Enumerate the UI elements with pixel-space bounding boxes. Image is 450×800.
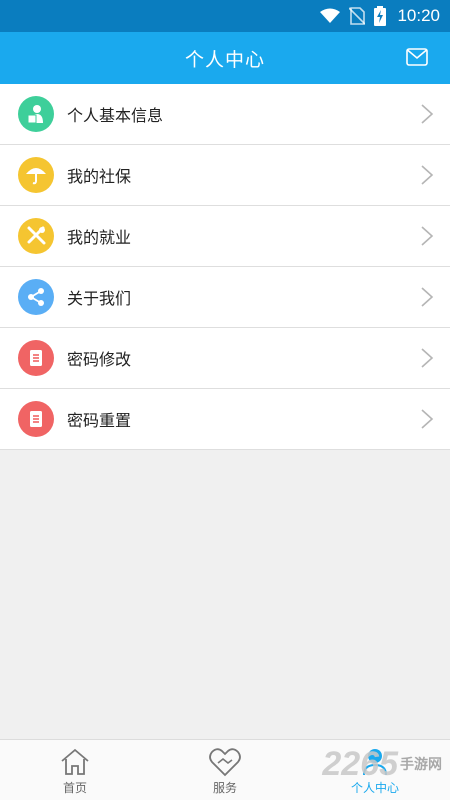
menu-icon-bg — [18, 218, 54, 254]
chevron-right-icon — [421, 226, 434, 246]
share-icon — [28, 288, 44, 306]
tab-label: 个人中心 — [350, 781, 399, 795]
menu-icon-bg — [18, 157, 54, 193]
menu-icon-bg — [18, 96, 54, 132]
status-bar: 10:20 — [0, 0, 450, 32]
menu-icon-bg — [18, 279, 54, 315]
menu-item-label: 密码重置 — [67, 411, 132, 430]
menu-item-label: 我的社保 — [67, 167, 132, 186]
chevron-right-icon — [421, 348, 434, 368]
tab-label: 服务 — [212, 781, 237, 795]
umbrella-icon — [26, 168, 46, 185]
tools-icon — [27, 226, 46, 245]
tab-home[interactable]: 首页 — [0, 740, 150, 800]
document-icon — [30, 411, 42, 427]
home-icon — [61, 748, 89, 775]
chevron-right-icon — [421, 409, 434, 429]
tab-label: 首页 — [62, 781, 87, 795]
person-center-icon — [363, 749, 387, 776]
menu-item-label: 关于我们 — [67, 289, 132, 308]
menu-item-change-password[interactable]: 密码修改 — [0, 328, 450, 389]
person-icon — [27, 105, 43, 124]
chevron-right-icon — [421, 165, 434, 185]
menu-list: 个人基本信息 我的社保 我的就业 关于我们 密码修改 密码重置 — [0, 84, 450, 450]
menu-item-label: 密码修改 — [67, 350, 132, 369]
menu-item-about-us[interactable]: 关于我们 — [0, 267, 450, 328]
battery-charging-icon — [374, 6, 387, 26]
menu-item-reset-password[interactable]: 密码重置 — [0, 389, 450, 450]
wifi-icon — [320, 8, 341, 23]
clock: 10:20 — [397, 6, 440, 25]
menu-item-employment[interactable]: 我的就业 — [0, 206, 450, 267]
tab-services[interactable]: 服务 — [150, 740, 300, 800]
document-icon — [30, 350, 42, 366]
chevron-right-icon — [421, 287, 434, 307]
menu-item-label: 我的就业 — [67, 228, 132, 247]
menu-item-basic-info[interactable]: 个人基本信息 — [0, 84, 450, 145]
menu-icon-bg — [18, 340, 54, 376]
tab-personal-center[interactable]: 个人中心 — [300, 740, 450, 800]
mail-icon[interactable] — [406, 48, 428, 66]
app-header: 个人中心 — [0, 32, 450, 84]
chevron-right-icon — [421, 104, 434, 124]
bottom-tab-bar: 首页 服务 个人中心 2265 手游网 — [0, 739, 450, 800]
menu-icon-bg — [18, 401, 54, 437]
menu-item-social-security[interactable]: 我的社保 — [0, 145, 450, 206]
no-sim-icon — [349, 7, 366, 25]
page-title: 个人中心 — [184, 48, 265, 71]
handshake-heart-icon — [209, 748, 241, 777]
menu-item-label: 个人基本信息 — [67, 106, 164, 125]
